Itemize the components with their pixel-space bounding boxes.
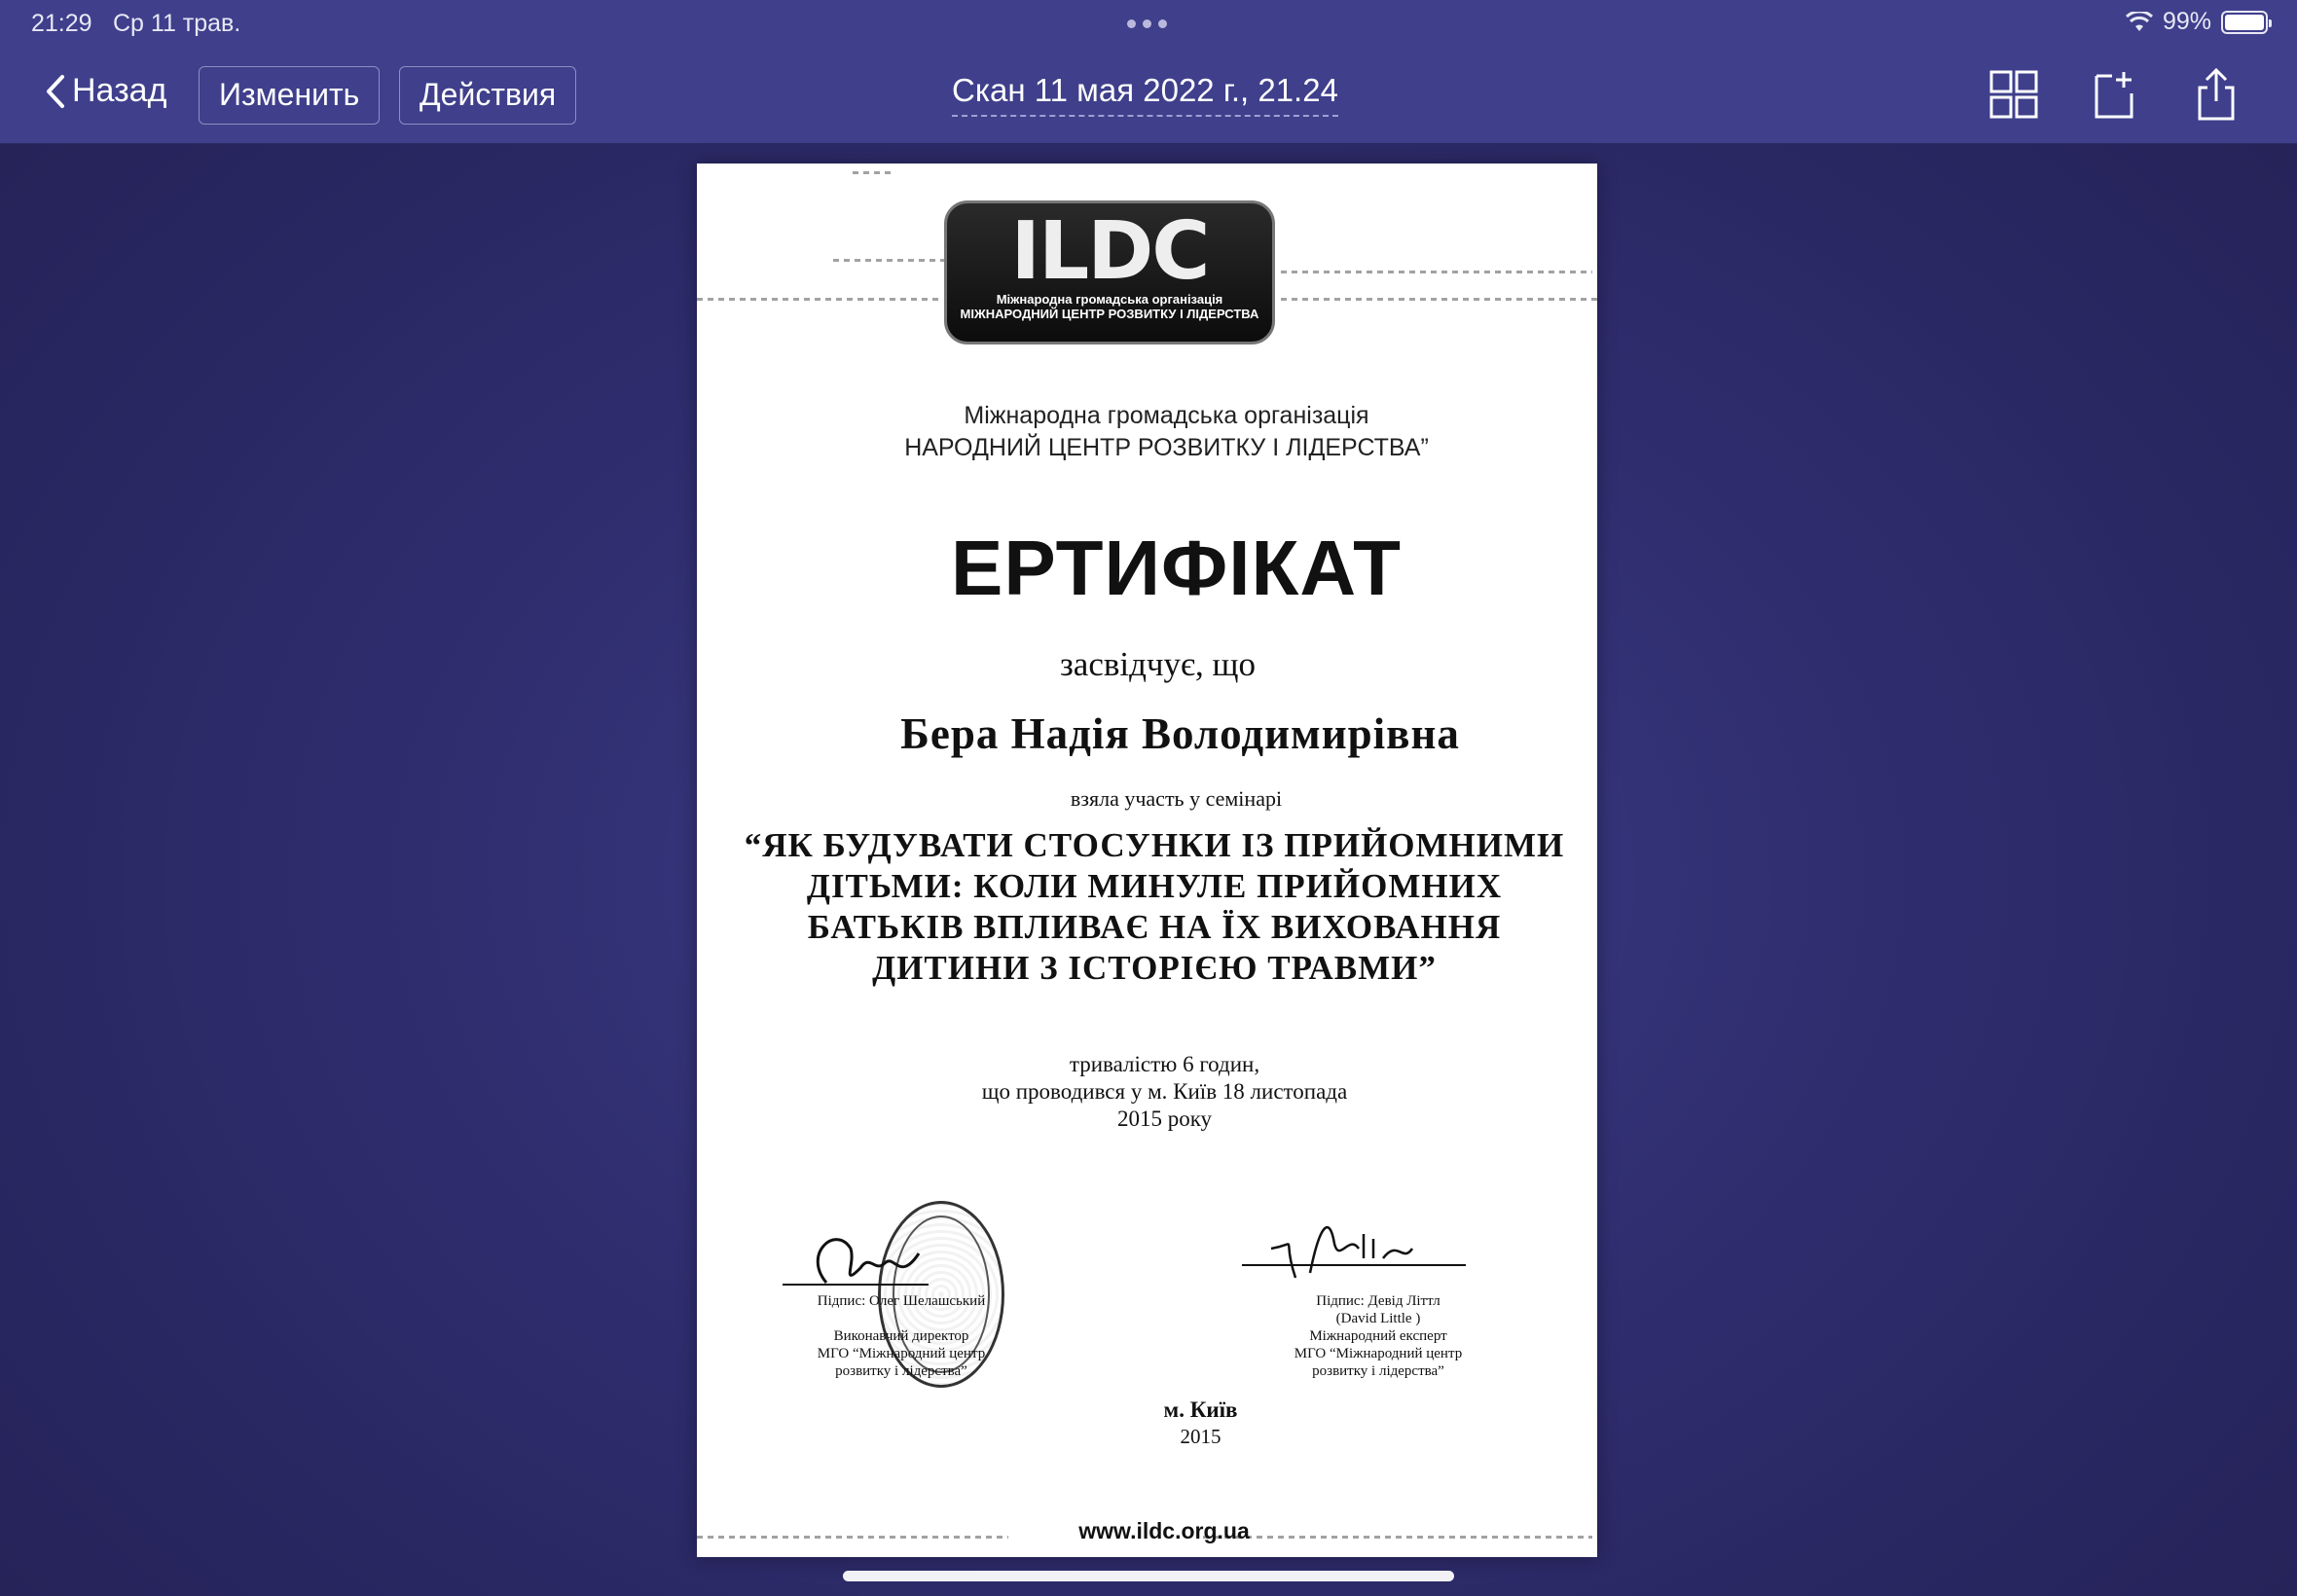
left-signature [783,1238,929,1286]
ildc-logo: ILDC Міжнародна громадська організація М… [944,200,1275,345]
home-indicator[interactable] [843,1571,1454,1581]
wifi-icon [2125,11,2153,31]
battery-icon [2221,10,2272,34]
website-url: www.ildc.org.ua [1078,1518,1250,1543]
left-signatory-org-1: МГО “Міжнародний центр [817,1346,986,1361]
issue-year: 2015 [1180,1425,1221,1448]
left-signatory: Підпис: Олег Шелашський Виконавчий дирек… [775,1292,1028,1380]
navigation-bar: Назад Изменить Действия Скан 11 мая 2022… [0,47,2297,144]
battery-percent: 99% [2162,8,2211,35]
right-signatory-org-2: розвитку і лідерства” [1312,1363,1444,1379]
back-button[interactable]: Назад [45,72,166,110]
left-signatory-org-2: розвитку і лідерства” [835,1363,967,1379]
status-bar: 21:29 Ср 11 трав. 99% [0,0,2297,47]
seminar-details: тривалістю 6 годин, що проводився у м. К… [697,1051,1597,1133]
scanned-document: ILDC Міжнародна громадська організація М… [697,163,1597,1557]
share-icon[interactable] [2190,68,2242,121]
certificate-title: ЕРТИФІКАТ [950,525,1403,611]
status-date: Ср 11 трав. [113,10,241,37]
seminar-title: “ЯК БУДУВАТИ СТОСУНКИ ІЗ ПРИЙОМНИМИ ДІТЬ… [744,826,1565,987]
details-line-1: тривалістю 6 годин, [1069,1052,1260,1076]
right-signatory-role: Міжнародний експерт [1309,1328,1447,1344]
logo-subtitle-1: Міжнародна громадська організація [996,292,1223,307]
logo-mark: ILDC [1010,205,1210,298]
left-signatory-role: Виконавчий директор [833,1328,969,1344]
recipient-name: Бера Надія Володимирівна [900,709,1460,758]
issue-city: м. Київ [1163,1397,1238,1422]
details-line-2: що проводився у м. Київ 18 листопада [981,1079,1348,1104]
organization-line-2: НАРОДНИЙ ЦЕНТР РОЗВИТКУ І ЛІДЕРСТВА” [904,434,1429,461]
details-line-3: 2015 року [1116,1106,1213,1131]
certifies-text: засвідчує, що [1059,645,1257,683]
right-signatory: Підпис: Девід Літтл (David Little ) Міжн… [1252,1292,1505,1380]
left-signatory-name: Підпис: Олег Шелашський [817,1293,986,1309]
participation-text: взяла участь у семінарі [1070,786,1283,811]
chevron-left-icon [47,74,64,108]
status-right: 99% [2125,8,2272,36]
right-signatory-name-en: (David Little ) [1335,1311,1421,1326]
actions-button[interactable]: Действия [399,66,577,125]
back-label: Назад [72,72,167,109]
logo-subtitle-2: МІЖНАРОДНИЙ ЦЕНТР РОЗВИТКУ І ЛІДЕРСТВА [960,307,1259,321]
organization-line-1: Міжнародна громадська організація [964,402,1369,429]
grid-icon[interactable] [1987,68,2040,121]
add-page-icon[interactable] [2089,68,2141,121]
edit-button[interactable]: Изменить [199,66,381,125]
right-signatory-name: Підпис: Девід Літтл [1316,1293,1440,1309]
multitasking-dots-icon[interactable] [1127,19,1167,28]
status-time: 21:29 [31,10,92,37]
right-signatory-org-1: МГО “Міжнародний центр [1294,1346,1463,1361]
right-signature [1242,1225,1466,1279]
document-title[interactable]: Скан 11 мая 2022 г., 21.24 [952,72,1338,117]
